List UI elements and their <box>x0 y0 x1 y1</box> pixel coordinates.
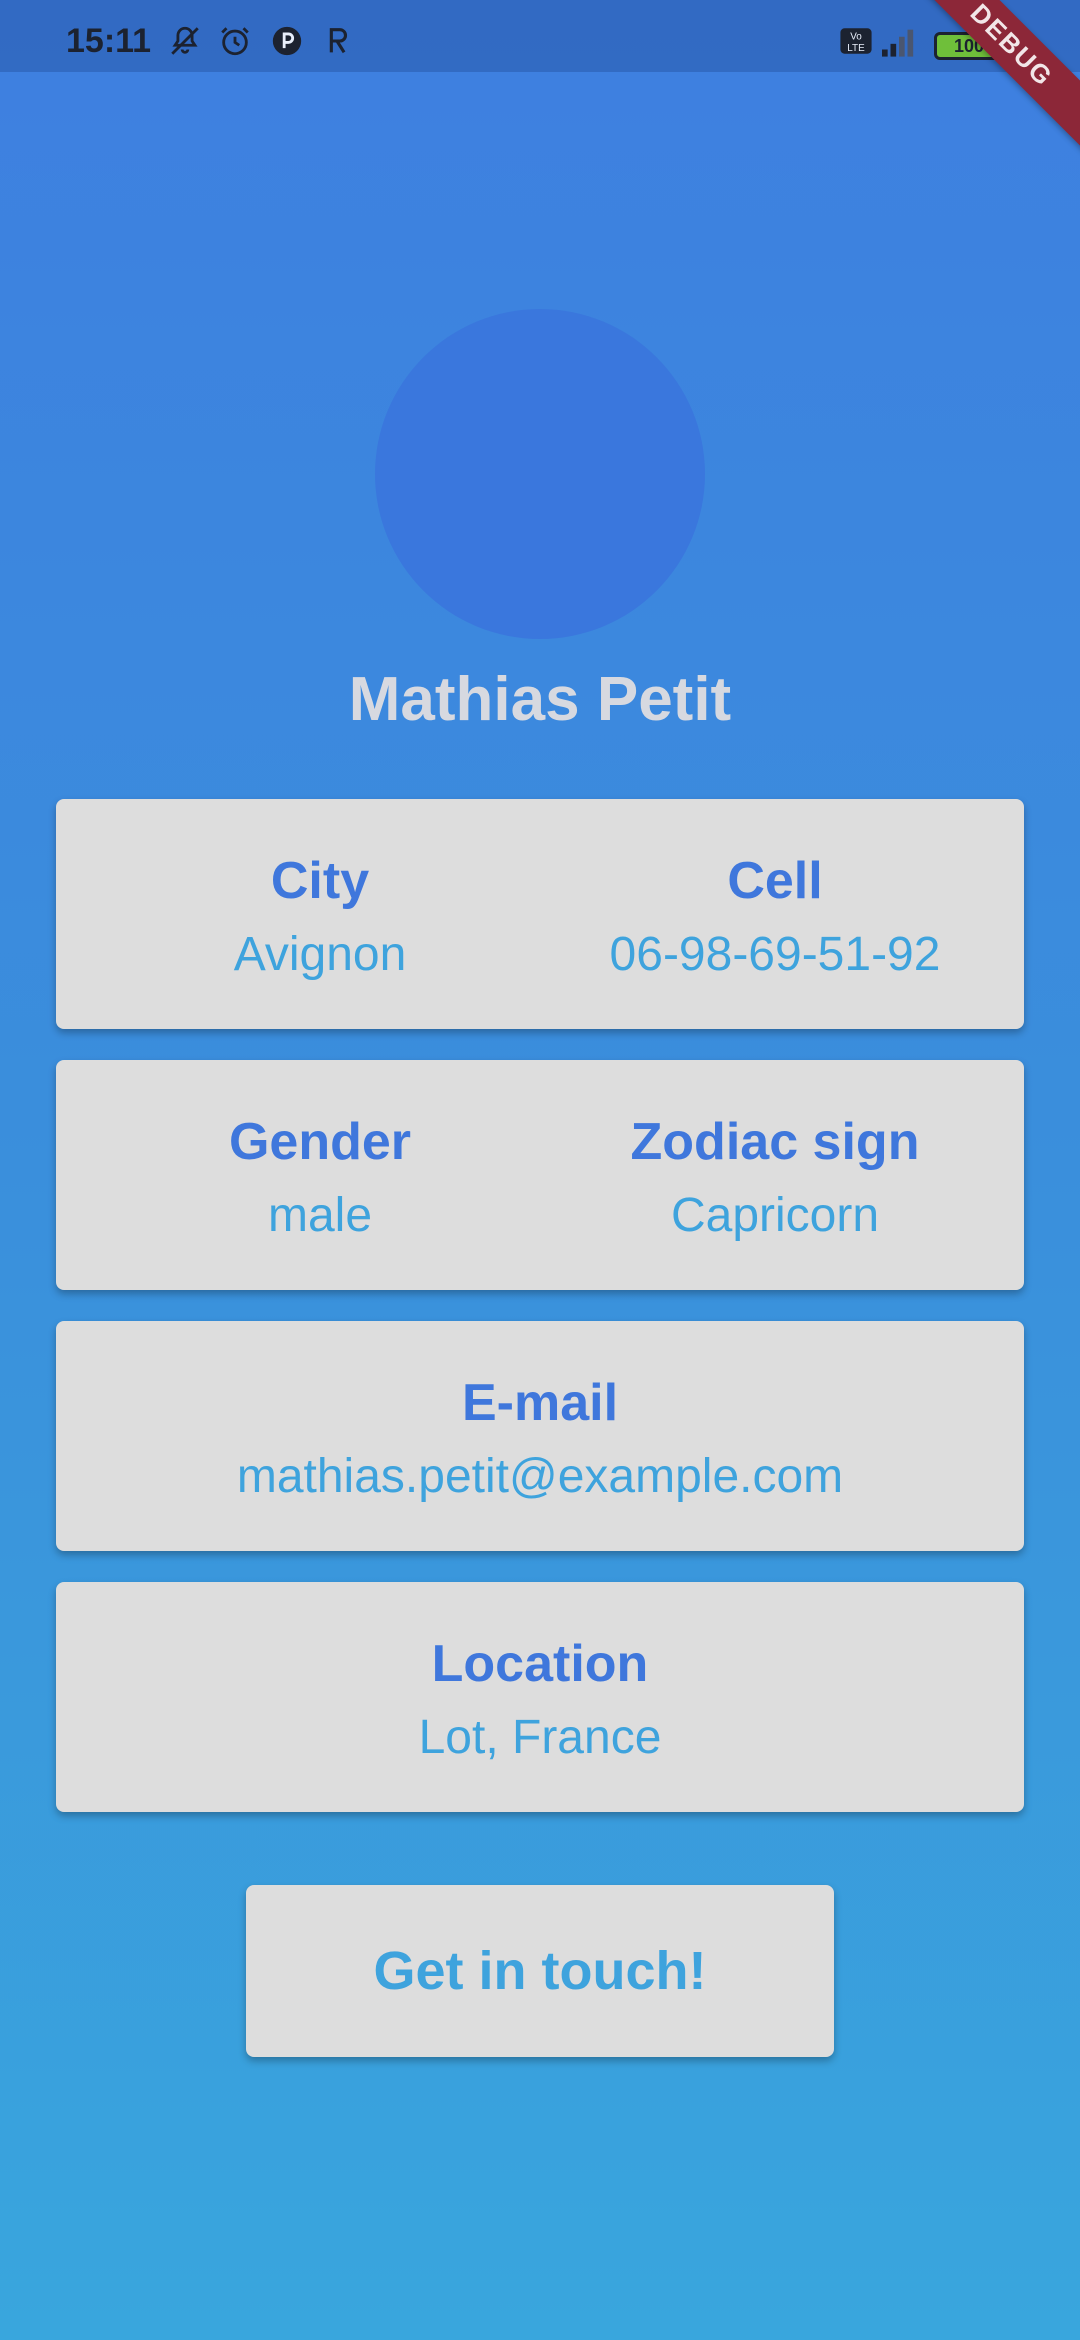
email-label: E-mail <box>461 1374 619 1432</box>
app-screen: 15:11 Vo LTE 100 DEBUG Mathias Petit City <box>0 0 1080 2340</box>
info-card-location: Location Lot, France <box>56 1582 1024 1812</box>
zodiac-value: Capricorn <box>670 1189 880 1242</box>
info-card-email: E-mail mathias.petit@example.com <box>56 1321 1024 1551</box>
gender-value: male <box>267 1189 373 1242</box>
svg-text:Vo: Vo <box>850 32 862 43</box>
status-time: 15:11 <box>66 22 152 60</box>
zodiac-label: Zodiac sign <box>630 1113 920 1171</box>
cell-value: 06-98-69-51-92 <box>609 928 941 981</box>
city-label: City <box>270 852 370 910</box>
gender-label: Gender <box>228 1113 412 1171</box>
app-p-icon <box>270 24 304 58</box>
signal-icon <box>878 24 920 58</box>
email-field: E-mail mathias.petit@example.com <box>56 1321 1024 1551</box>
volte-icon: Vo LTE <box>838 24 874 58</box>
zodiac-field: Zodiac sign Capricorn <box>540 1060 1010 1290</box>
city-field: City Avignon <box>70 799 570 1029</box>
status-bar: 15:11 Vo LTE 100 <box>0 0 1080 72</box>
bell-off-icon <box>168 24 202 58</box>
cell-label: Cell <box>727 852 823 910</box>
avatar <box>375 309 705 639</box>
gender-field: Gender male <box>70 1060 570 1290</box>
svg-text:LTE: LTE <box>847 43 865 54</box>
location-field: Location Lot, France <box>56 1582 1024 1812</box>
cell-field: Cell 06-98-69-51-92 <box>540 799 1010 1029</box>
info-card-city-cell: City Avignon Cell 06-98-69-51-92 <box>56 799 1024 1029</box>
info-card-gender-zodiac: Gender male Zodiac sign Capricorn <box>56 1060 1024 1290</box>
location-label: Location <box>431 1635 649 1693</box>
city-value: Avignon <box>233 928 407 981</box>
location-value: Lot, France <box>418 1711 662 1764</box>
app-r-icon <box>320 24 354 58</box>
alarm-icon <box>218 24 252 58</box>
get-in-touch-button[interactable]: Get in touch! <box>246 1885 834 2057</box>
email-value: mathias.petit@example.com <box>236 1450 844 1503</box>
profile-name: Mathias Petit <box>348 665 732 734</box>
